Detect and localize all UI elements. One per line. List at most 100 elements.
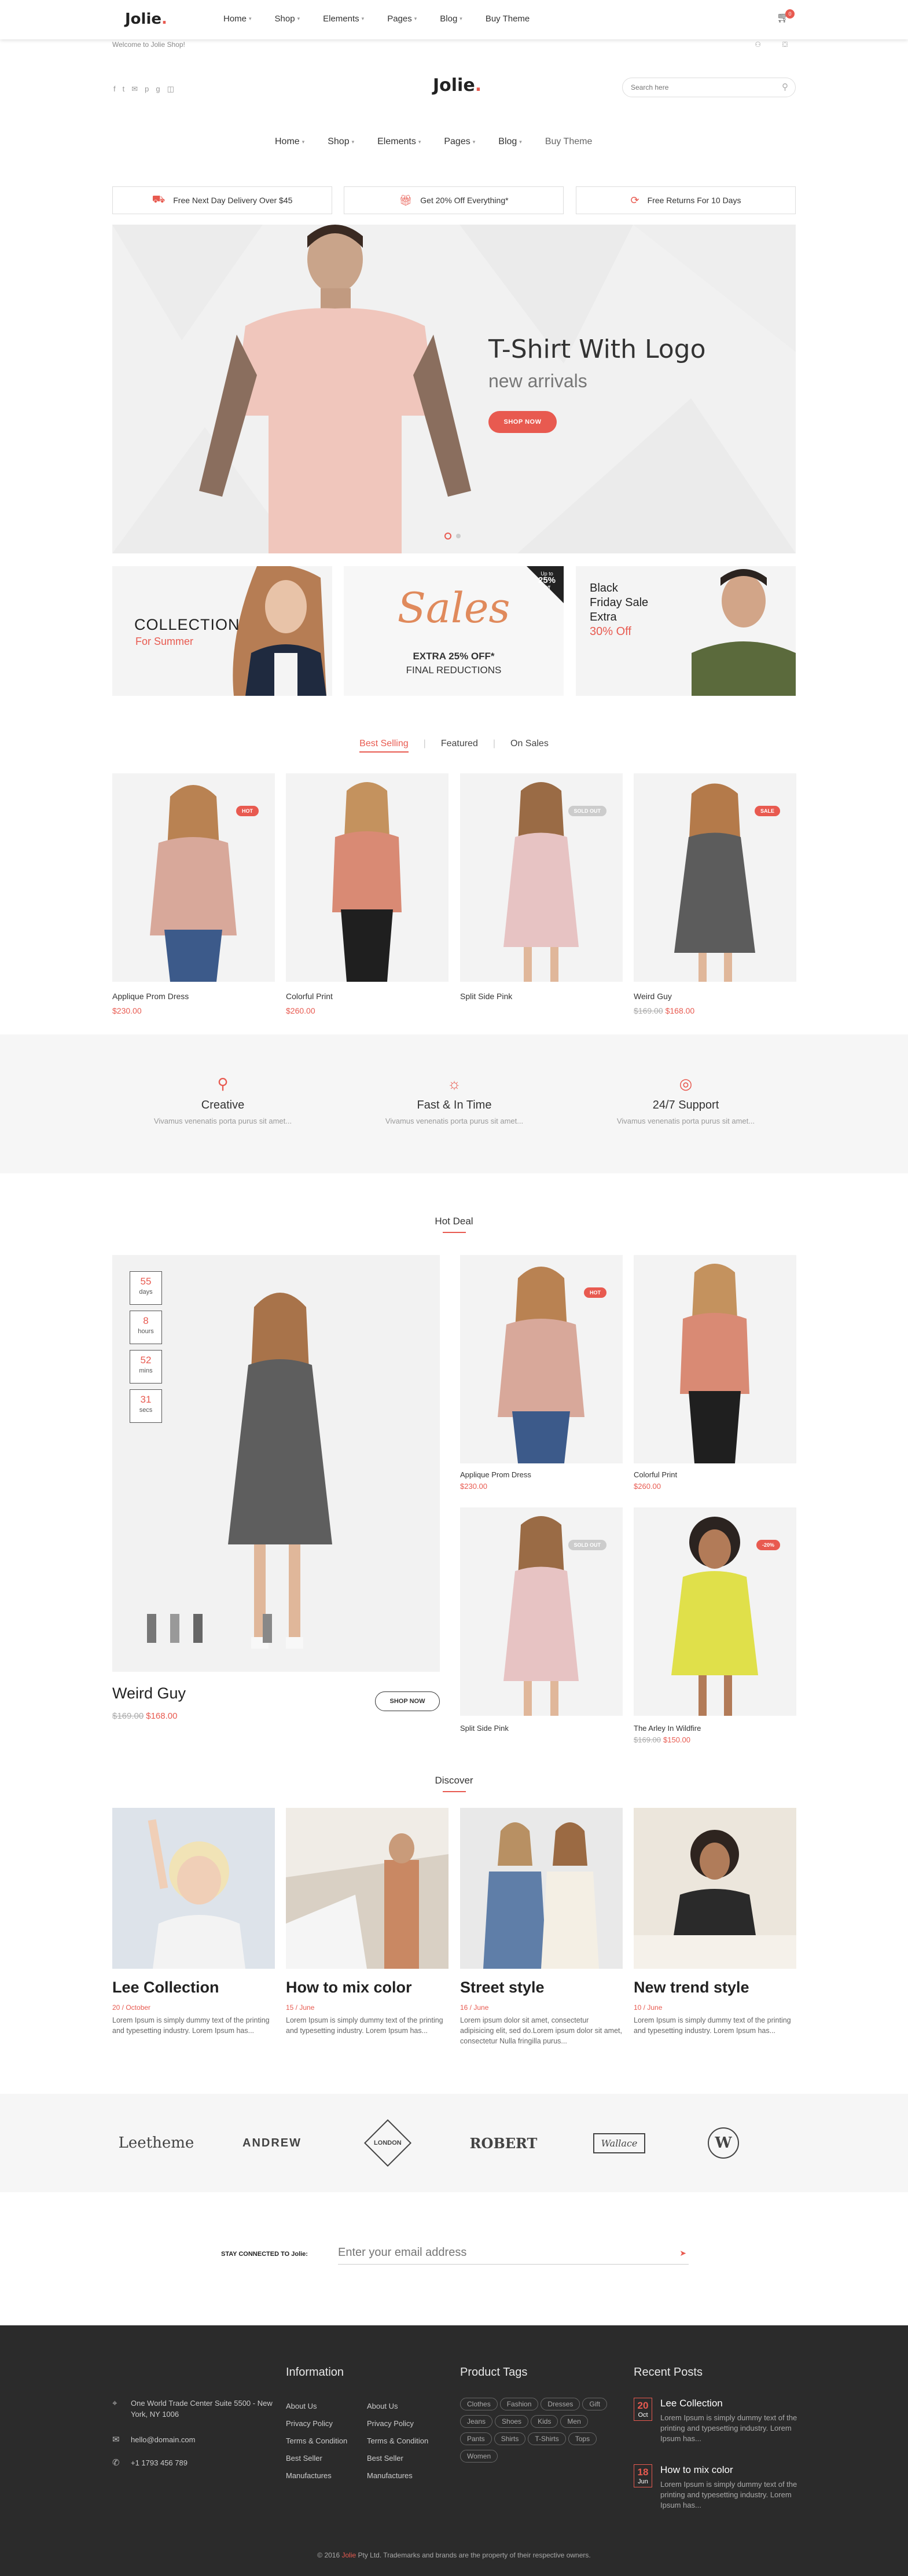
tag[interactable]: Pants — [460, 2432, 492, 2445]
product-name[interactable]: Colorful Print — [634, 1470, 677, 1479]
blog-image[interactable] — [286, 1808, 449, 1969]
product-name[interactable]: The Arley In Wildfire — [634, 1724, 701, 1733]
blog-image[interactable] — [112, 1808, 275, 1969]
nav-home[interactable]: Home ▾ — [275, 137, 304, 147]
banner-collection[interactable]: COLLECTION For Summer — [112, 566, 332, 696]
banner-collection-title: COLLECTION — [134, 616, 240, 633]
product-image[interactable]: SOLD OUT — [460, 1507, 623, 1716]
footer-link[interactable]: About Us — [286, 2398, 347, 2415]
mail-icon[interactable]: ✉ — [131, 85, 138, 94]
nav-blog[interactable]: Blog ▾ — [498, 137, 522, 147]
product-image[interactable]: SOLD OUT — [460, 773, 623, 982]
tag[interactable]: Tops — [568, 2432, 597, 2445]
brand-logo-robert[interactable]: ROBERT — [463, 2129, 544, 2157]
hot-deal-product-name[interactable]: Weird Guy — [112, 1685, 186, 1702]
product-name[interactable]: Colorful Print — [286, 992, 333, 1001]
product-name[interactable]: Applique Prom Dress — [112, 992, 189, 1001]
google-plus-icon[interactable]: g — [156, 85, 160, 94]
blog-image[interactable] — [634, 1808, 796, 1969]
search-icon[interactable]: ⚲ — [782, 82, 788, 92]
tag[interactable]: Dresses — [541, 2398, 580, 2410]
footer-link[interactable]: Terms & Condition — [367, 2432, 428, 2450]
brand-logo-w[interactable]: W — [700, 2127, 747, 2159]
footer-link[interactable]: Manufactures — [367, 2467, 428, 2485]
blog-image[interactable] — [460, 1808, 623, 1969]
product-image[interactable] — [286, 773, 449, 982]
tag[interactable]: Shoes — [495, 2415, 529, 2428]
slider-dot-active[interactable] — [444, 533, 451, 540]
blog-title[interactable]: New trend style — [634, 1979, 749, 1997]
product-image[interactable]: HOT — [460, 1255, 623, 1463]
brand-logo-leetheme[interactable]: Leetheme — [116, 2129, 197, 2157]
tab-featured[interactable]: Featured — [441, 739, 478, 753]
newsletter-email-input[interactable] — [338, 2241, 662, 2263]
tag[interactable]: Shirts — [494, 2432, 526, 2445]
sticky-nav-elements[interactable]: Elements ▾ — [323, 14, 364, 24]
tag[interactable]: Gift — [582, 2398, 608, 2410]
blog-title[interactable]: Street style — [460, 1979, 545, 1997]
tab-best-selling[interactable]: Best Selling — [359, 739, 409, 753]
tag[interactable]: Clothes — [460, 2398, 498, 2410]
send-icon[interactable]: ➤ — [679, 2248, 686, 2258]
tag[interactable]: Kids — [531, 2415, 558, 2428]
brand-logo-london[interactable]: LONDON — [359, 2119, 417, 2167]
sticky-nav-pages[interactable]: Pages ▾ — [387, 14, 417, 24]
brand-logo-andrew[interactable]: ANDREW — [231, 2129, 313, 2157]
sticky-nav-blog[interactable]: Blog ▾ — [440, 14, 462, 24]
footer-link[interactable]: Manufactures — [286, 2467, 347, 2485]
footer-link[interactable]: Privacy Policy — [286, 2415, 347, 2432]
product-name[interactable]: Split Side Pink — [460, 992, 512, 1001]
product-image[interactable] — [634, 1255, 796, 1463]
product-photo — [680, 1264, 749, 1463]
pinterest-icon[interactable]: p — [145, 85, 149, 94]
footer-link[interactable]: Terms & Condition — [286, 2432, 347, 2450]
tag[interactable]: T-Shirts — [528, 2432, 566, 2445]
cart-icon-small[interactable]: ⛋ — [782, 41, 788, 49]
product-image[interactable]: HOT — [112, 773, 275, 982]
tab-on-sales[interactable]: On Sales — [510, 739, 549, 753]
product-image[interactable]: SALE — [634, 773, 796, 982]
user-icon[interactable]: ⚇ — [755, 41, 761, 49]
tag[interactable]: Women — [460, 2450, 498, 2463]
tag[interactable]: Men — [560, 2415, 588, 2428]
lamp-icon: ⚲ — [217, 1075, 229, 1092]
banner-black-friday[interactable]: Black Friday Sale Extra 30% Off — [576, 566, 796, 696]
hot-deal-shop-now-button[interactable]: SHOP NOW — [375, 1691, 440, 1711]
countdown-days: 55 days — [130, 1271, 162, 1305]
recent-post[interactable]: 20 Oct Lee Collection Lorem Ipsum is simpl… — [634, 2398, 798, 2444]
footer-email[interactable]: ✉ hello@domain.com — [112, 2434, 195, 2445]
search-input[interactable] — [623, 78, 762, 97]
tag[interactable]: Fashion — [499, 2398, 539, 2410]
tag[interactable]: Jeans — [460, 2415, 493, 2428]
sticky-nav-shop[interactable]: Shop ▾ — [275, 14, 300, 24]
sticky-nav-home[interactable]: Home ▾ — [223, 14, 252, 24]
product-image[interactable]: -20% — [634, 1507, 796, 1716]
footer-link[interactable]: About Us — [367, 2398, 428, 2415]
product-name[interactable]: Weird Guy — [634, 992, 672, 1001]
footer-link[interactable]: Best Seller — [367, 2450, 428, 2467]
blog-title[interactable]: How to mix color — [286, 1979, 412, 1997]
product-name[interactable]: Applique Prom Dress — [460, 1470, 531, 1479]
phone-text: +1 1793 456 789 — [131, 2458, 188, 2467]
hot-deal-main-image[interactable]: 55 days 8 hours 52 mins 31 secs — [112, 1255, 440, 1672]
nav-elements[interactable]: Elements ▾ — [377, 137, 421, 147]
sticky-nav-buy-theme[interactable]: Buy Theme — [486, 14, 530, 24]
instagram-icon[interactable]: ◫ — [167, 85, 174, 94]
nav-pages[interactable]: Pages ▾ — [444, 137, 475, 147]
twitter-icon[interactable]: t — [123, 85, 125, 94]
recent-post[interactable]: 18 Jun How to mix color Lorem Ipsum is sim… — [634, 2464, 798, 2511]
product-name[interactable]: Split Side Pink — [460, 1724, 509, 1733]
footer-link[interactable]: Best Seller — [286, 2450, 347, 2467]
nav-buy-theme[interactable]: Buy Theme — [545, 137, 593, 147]
copyright-brand[interactable]: Jolie — [341, 2551, 356, 2559]
banner-sales[interactable]: Sales EXTRA 25% OFF* FINAL REDUCTIONS Up… — [344, 566, 564, 696]
brand-logo-wallace[interactable]: Wallace — [579, 2129, 660, 2157]
main-logo[interactable]: Jolie. — [433, 75, 481, 96]
blog-title[interactable]: Lee Collection — [112, 1979, 219, 1997]
slider-dot[interactable] — [456, 534, 461, 538]
sticky-logo[interactable]: Jolie. — [125, 10, 167, 28]
hero-shop-now-button[interactable]: SHOP NOW — [488, 411, 557, 433]
facebook-icon[interactable]: f — [113, 85, 116, 94]
footer-link[interactable]: Privacy Policy — [367, 2415, 428, 2432]
nav-shop[interactable]: Shop ▾ — [328, 137, 354, 147]
